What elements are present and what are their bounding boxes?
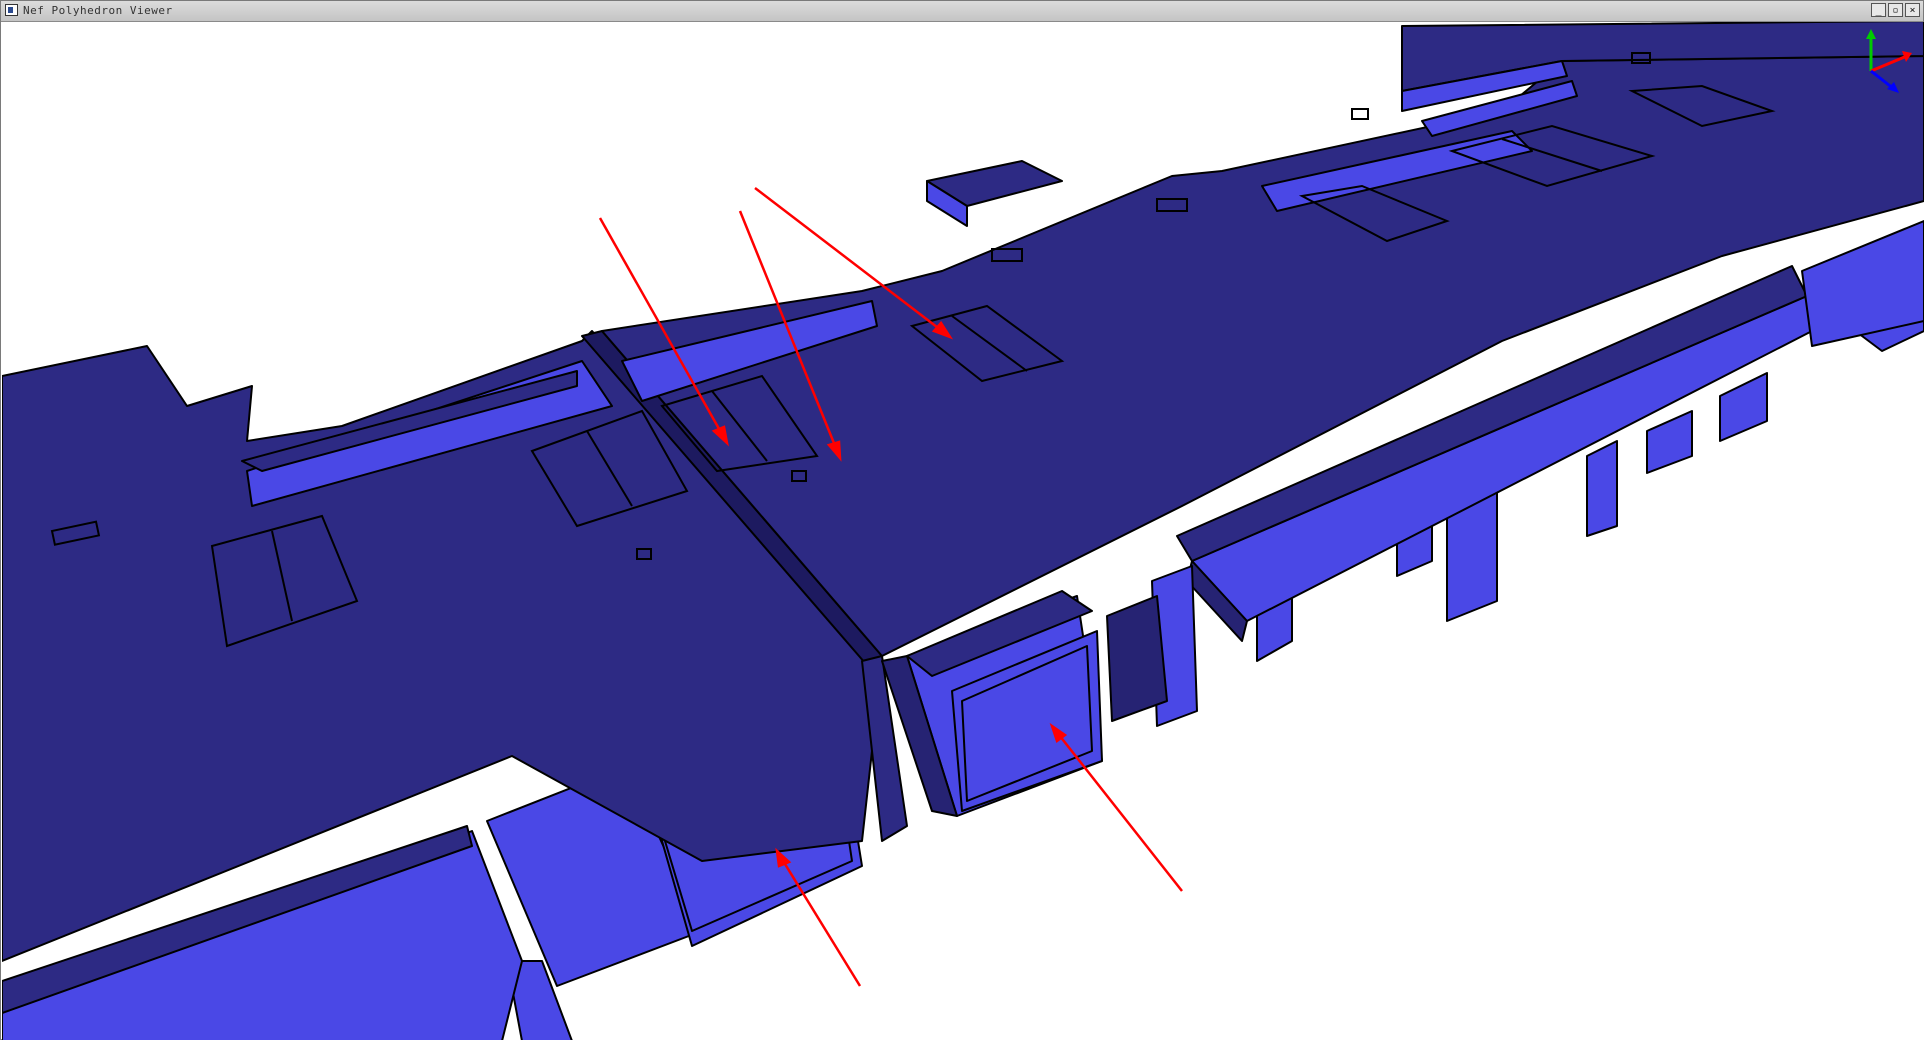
viewer-window: Nef Polyhedron Viewer _ ▫ × (0, 0, 1924, 1040)
close-icon[interactable]: × (1905, 3, 1920, 17)
support-column (1719, 372, 1768, 442)
window-title: Nef Polyhedron Viewer (23, 4, 173, 17)
support-column (1646, 410, 1693, 474)
support-column (1586, 440, 1618, 537)
right-post-2 (1106, 595, 1168, 722)
window-controls: _ ▫ × (1871, 3, 1920, 17)
3d-viewport[interactable] (2, 22, 1924, 1040)
polyhedron-scene[interactable] (2, 22, 1924, 1040)
restore-icon[interactable]: ▫ (1888, 3, 1903, 17)
app-icon (5, 4, 18, 16)
title-bar[interactable]: Nef Polyhedron Viewer _ ▫ × (1, 1, 1923, 22)
annotation-arrow (1051, 725, 1183, 892)
minimize-icon[interactable]: _ (1871, 3, 1886, 17)
